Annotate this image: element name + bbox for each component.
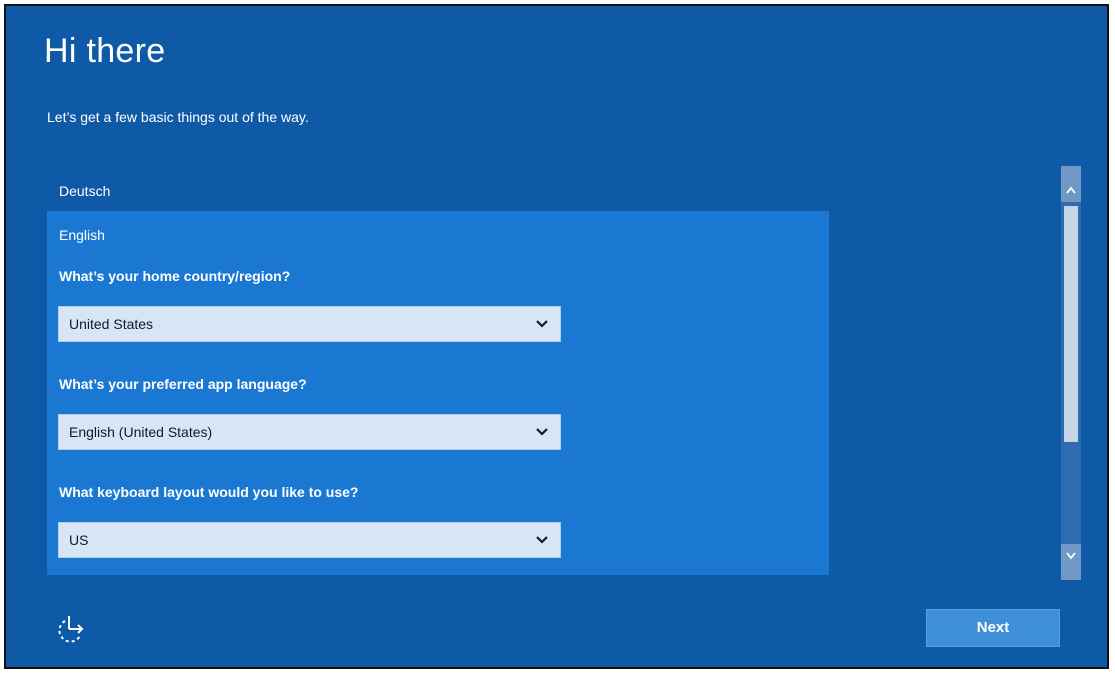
app-language-question: What’s your preferred app language? bbox=[59, 376, 307, 392]
scroll-down-button[interactable] bbox=[1061, 544, 1081, 580]
chevron-up-icon bbox=[1066, 186, 1076, 194]
page-subtitle: Let’s get a few basic things out of the … bbox=[47, 109, 309, 125]
keyboard-layout-dropdown-value: US bbox=[69, 532, 89, 548]
next-button[interactable]: Next bbox=[926, 609, 1060, 647]
scroll-thumb[interactable] bbox=[1064, 206, 1078, 442]
keyboard-layout-question: What keyboard layout would you like to u… bbox=[59, 484, 359, 500]
language-list-scrollbar[interactable] bbox=[1061, 166, 1081, 580]
app-language-dropdown[interactable]: English (United States) bbox=[58, 414, 561, 450]
language-item-english-panel[interactable]: English What’s your home country/region?… bbox=[47, 211, 829, 575]
page-title: Hi there bbox=[44, 32, 166, 70]
setup-window: Hi there Let’s get a few basic things ou… bbox=[4, 4, 1109, 669]
chevron-down-icon bbox=[1066, 552, 1076, 560]
language-item-deutsch[interactable]: Deutsch bbox=[47, 178, 827, 204]
app-language-dropdown-value: English (United States) bbox=[69, 424, 213, 440]
country-question: What’s your home country/region? bbox=[59, 268, 291, 284]
chevron-down-icon bbox=[536, 536, 548, 544]
country-dropdown-value: United States bbox=[69, 316, 154, 332]
scroll-up-button[interactable] bbox=[1061, 166, 1081, 202]
ease-of-access-icon[interactable] bbox=[54, 612, 88, 646]
keyboard-layout-dropdown[interactable]: US bbox=[58, 522, 561, 558]
country-dropdown[interactable]: United States bbox=[58, 306, 561, 342]
language-item-english-label: English bbox=[59, 227, 105, 243]
chevron-down-icon bbox=[536, 428, 548, 436]
chevron-down-icon bbox=[536, 320, 548, 328]
